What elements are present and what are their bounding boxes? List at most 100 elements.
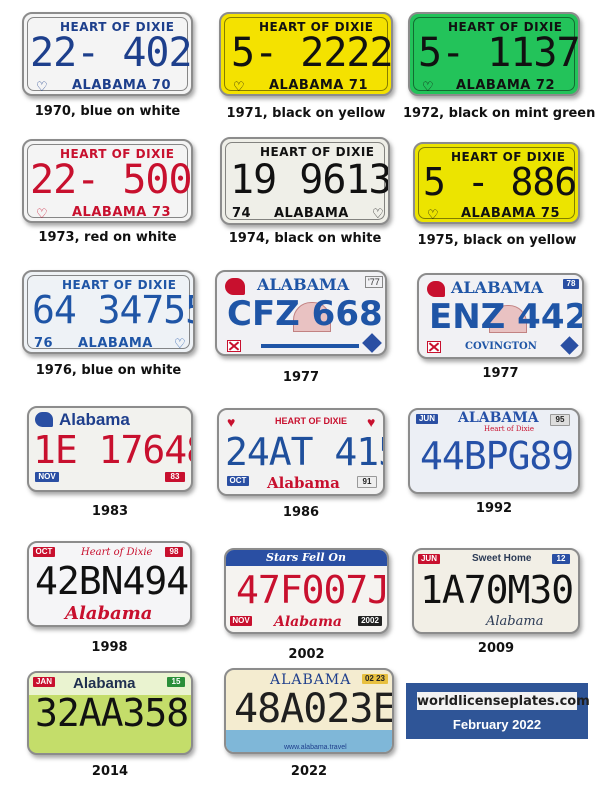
month-sticker: OCT xyxy=(227,476,249,486)
plate-header: Alabama xyxy=(73,675,136,692)
plate-number: 5- 22222 xyxy=(231,30,393,76)
year-sticker: 2002 xyxy=(358,616,382,626)
plate-number: 47F007J xyxy=(236,568,389,612)
plate-number: 44BPG89 xyxy=(420,434,574,478)
plate-header: HEART OF DIXIE xyxy=(275,416,348,426)
caption-1983: 1983 xyxy=(91,504,129,519)
heart-of-dixie-logo xyxy=(225,278,245,295)
plate-number: 32AA358 xyxy=(35,691,189,735)
caption-1986: 1986 xyxy=(282,505,320,520)
plate-1986: ♥ HEART OF DIXIE ♥ 24AT 415 OCT Alabama … xyxy=(217,408,385,496)
caption-1974: 1974, black on white xyxy=(228,231,382,246)
plate-1992: JUN ALABAMA Heart of Dixie 95 44BPG89 xyxy=(408,408,580,494)
plate-subheader: Heart of Dixie xyxy=(484,425,535,433)
plate-footer-year: 74 xyxy=(232,206,252,221)
plate-footer: ALABAMA 71 xyxy=(269,78,368,93)
plate-footer: ALABAMA xyxy=(78,336,153,351)
month-sticker: OCT xyxy=(33,547,55,557)
year-sticker: 95 xyxy=(550,414,570,426)
blue-stripe xyxy=(261,344,359,348)
month-sticker: NOV xyxy=(230,616,252,626)
plate-1972: HEART OF DIXIE 5- 11370 ♡ ALABAMA 72 xyxy=(408,12,580,96)
year-sticker: 12 xyxy=(552,554,570,564)
county-name: COVINGTON xyxy=(465,341,537,352)
heart-of-dixie-logo xyxy=(427,281,445,297)
plate-1977-covington: ALABAMA 78 ENZ 442 COVINGTON xyxy=(417,273,584,359)
plate-1975: HEART OF DIXIE 5 - 8860 ♡ ALABAMA 75 xyxy=(413,142,580,224)
plate-1977-capitol: ALABAMA '77 CFZ 668 xyxy=(215,270,387,356)
heart-of-dixie-logo xyxy=(35,412,53,427)
plate-header: Alabama xyxy=(59,410,130,429)
caption-2002: 2002 xyxy=(288,647,325,662)
plate-2014: JAN Alabama 15 32AA358 xyxy=(27,671,193,755)
heart-icon: ♡ xyxy=(422,79,434,94)
seal-icon xyxy=(362,333,382,353)
plate-header: ALABAMA xyxy=(458,410,539,426)
plate-number: 1E 17648 xyxy=(33,428,193,472)
date-label: February 2022 xyxy=(452,717,542,732)
heart-icon: ♡ xyxy=(233,79,245,94)
caption-1975: 1975, black on yellow xyxy=(417,233,577,248)
plate-footer: Alabama xyxy=(486,614,544,629)
year-sticker: 98 xyxy=(165,547,183,557)
plate-footer: ALABAMA 73 xyxy=(72,205,171,220)
plate-1971: HEART OF DIXIE 5- 22222 ♡ ALABAMA 71 xyxy=(219,12,393,96)
plate-footer: ALABAMA xyxy=(274,206,349,221)
plate-footer: ALABAMA 72 xyxy=(456,78,555,93)
plate-header: ALABAMA xyxy=(451,278,544,297)
year-sticker: 83 xyxy=(165,472,185,482)
caption-1977a: 1977 xyxy=(282,370,320,385)
plate-header: ALABAMA xyxy=(257,275,350,294)
caption-1970: 1970, blue on white xyxy=(34,104,181,119)
site-name: worldlicenseplates.com xyxy=(416,691,590,711)
plate-number: 24AT 415 xyxy=(225,430,385,474)
plate-number: 42BN494 xyxy=(35,559,189,603)
alabama-flag-icon xyxy=(227,340,241,352)
plate-number: 1A70M30 xyxy=(420,568,574,612)
plate-footer-year: 76 xyxy=(34,336,54,351)
caption-1976: 1976, blue on white xyxy=(35,363,182,378)
caption-2009: 2009 xyxy=(477,641,515,656)
caption-1972: 1972, black on mint green xyxy=(403,106,596,121)
seal-icon xyxy=(560,336,579,355)
year-sticker: 91 xyxy=(357,476,377,488)
plate-header: Heart of Dixie xyxy=(81,547,153,558)
plate-number: 64 34755 xyxy=(32,288,195,332)
site-watermark: worldlicenseplates.com February 2022 xyxy=(406,683,590,739)
plate-header: Sweet Home xyxy=(472,553,532,564)
plate-footer: www.alabama.travel xyxy=(284,744,347,751)
heart-icon: ♥ xyxy=(227,414,236,430)
month-sticker: NOV xyxy=(35,472,59,482)
month-sticker: JUN xyxy=(418,554,440,564)
heart-icon: ♥ xyxy=(367,414,376,430)
plate-2022: ALABAMA 02 23 48A023E www.alabama.travel xyxy=(224,668,394,754)
year-sticker: 78 xyxy=(563,279,579,289)
caption-1998: 1998 xyxy=(91,640,128,655)
plate-1974: HEART OF DIXIE 19 9613 74 ALABAMA ♡ xyxy=(220,137,390,225)
plate-footer: Alabama xyxy=(274,614,342,630)
plate-1973: HEART OF DIXIE 22- 5000 ♡ ALABAMA 73 xyxy=(22,139,193,223)
plate-1998: OCT Heart of Dixie 98 42BN494 Alabama xyxy=(27,541,192,627)
plate-number: 22- 5000 xyxy=(30,157,192,203)
plate-number: 48A023E xyxy=(234,686,394,732)
plate-footer: ALABAMA 70 xyxy=(72,78,171,93)
plate-1970: HEART OF DIXIE 22- 4026 ♡ ALABAMA 70 xyxy=(22,12,193,96)
heart-icon: ♡ xyxy=(427,207,439,222)
plate-1983: Alabama 1E 17648 NOV 83 xyxy=(27,406,193,492)
year-sticker: '77 xyxy=(365,276,383,288)
plate-2002: Stars Fell On 47F007J NOV Alabama 2002 xyxy=(224,548,389,634)
plate-footer: Alabama xyxy=(65,603,153,624)
plate-number: 22- 4026 xyxy=(30,30,192,76)
year-sticker: 02 23 xyxy=(362,674,388,684)
heart-icon: ♡ xyxy=(174,336,186,351)
plate-1976: HEART OF DIXIE 64 34755 76 ALABAMA ♡ xyxy=(22,270,195,354)
caption-1971: 1971, black on yellow xyxy=(226,106,386,121)
plate-footer: ALABAMA 75 xyxy=(461,206,560,221)
month-sticker: JUN xyxy=(416,414,438,424)
heart-icon: ♡ xyxy=(36,206,48,221)
plate-number: 5 - 8860 xyxy=(423,160,578,204)
plate-number: CFZ 668 xyxy=(227,294,383,334)
heart-icon: ♡ xyxy=(36,79,48,94)
caption-1977b: 1977 xyxy=(482,366,519,381)
alabama-flag-icon xyxy=(427,341,441,353)
